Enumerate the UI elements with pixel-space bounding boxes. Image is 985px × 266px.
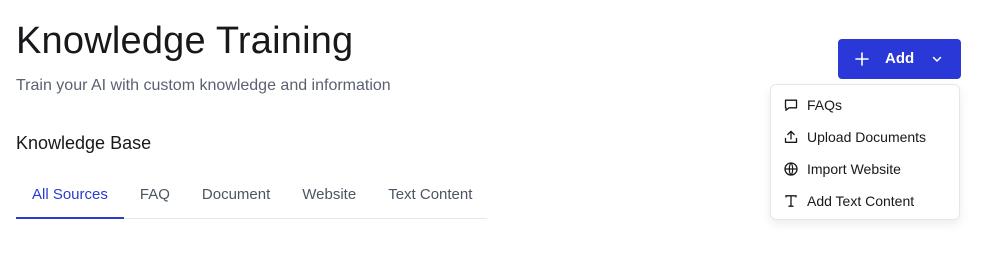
upload-icon — [783, 129, 799, 145]
menu-item-import-website[interactable]: Import Website — [771, 153, 959, 185]
knowledge-training-page: Knowledge Training Train your AI with cu… — [0, 0, 985, 266]
tab-label: Website — [302, 186, 357, 203]
tab-website[interactable]: Website — [286, 171, 372, 218]
page-subtitle: Train your AI with custom knowledge and … — [16, 77, 391, 94]
page-title: Knowledge Training — [16, 20, 354, 62]
menu-item-label: Add Text Content — [807, 193, 915, 209]
tab-document[interactable]: Document — [186, 171, 286, 218]
tab-label: Text Content — [388, 186, 473, 203]
tab-label: FAQ — [139, 186, 170, 203]
message-square-icon — [783, 97, 799, 113]
tab-label: Document — [201, 186, 271, 203]
chevron-down-icon — [932, 56, 942, 62]
menu-item-add-text-content[interactable]: Add Text Content — [771, 185, 959, 217]
add-dropdown-menu: FAQs Upload Documents Import Website Add… — [770, 84, 960, 220]
globe-icon — [783, 161, 799, 177]
tab-label: All Sources — [32, 185, 108, 203]
menu-item-label: Import Website — [807, 161, 901, 177]
menu-item-label: FAQs — [807, 97, 843, 113]
menu-item-upload-documents[interactable]: Upload Documents — [771, 121, 959, 153]
plus-icon — [855, 52, 869, 66]
menu-item-faqs[interactable]: FAQs — [771, 89, 959, 121]
tab-text-content[interactable]: Text Content — [372, 171, 488, 218]
menu-item-label: Upload Documents — [807, 129, 927, 145]
add-button[interactable]: Add — [838, 39, 961, 79]
text-type-icon — [783, 193, 799, 209]
add-button-label: Add — [885, 50, 915, 67]
tab-faq[interactable]: FAQ — [124, 171, 186, 218]
source-tabs: All Sources FAQ Document Website Text Co… — [16, 171, 487, 219]
knowledge-base-title: Knowledge Base — [16, 133, 152, 153]
tab-all-sources[interactable]: All Sources — [16, 171, 124, 219]
